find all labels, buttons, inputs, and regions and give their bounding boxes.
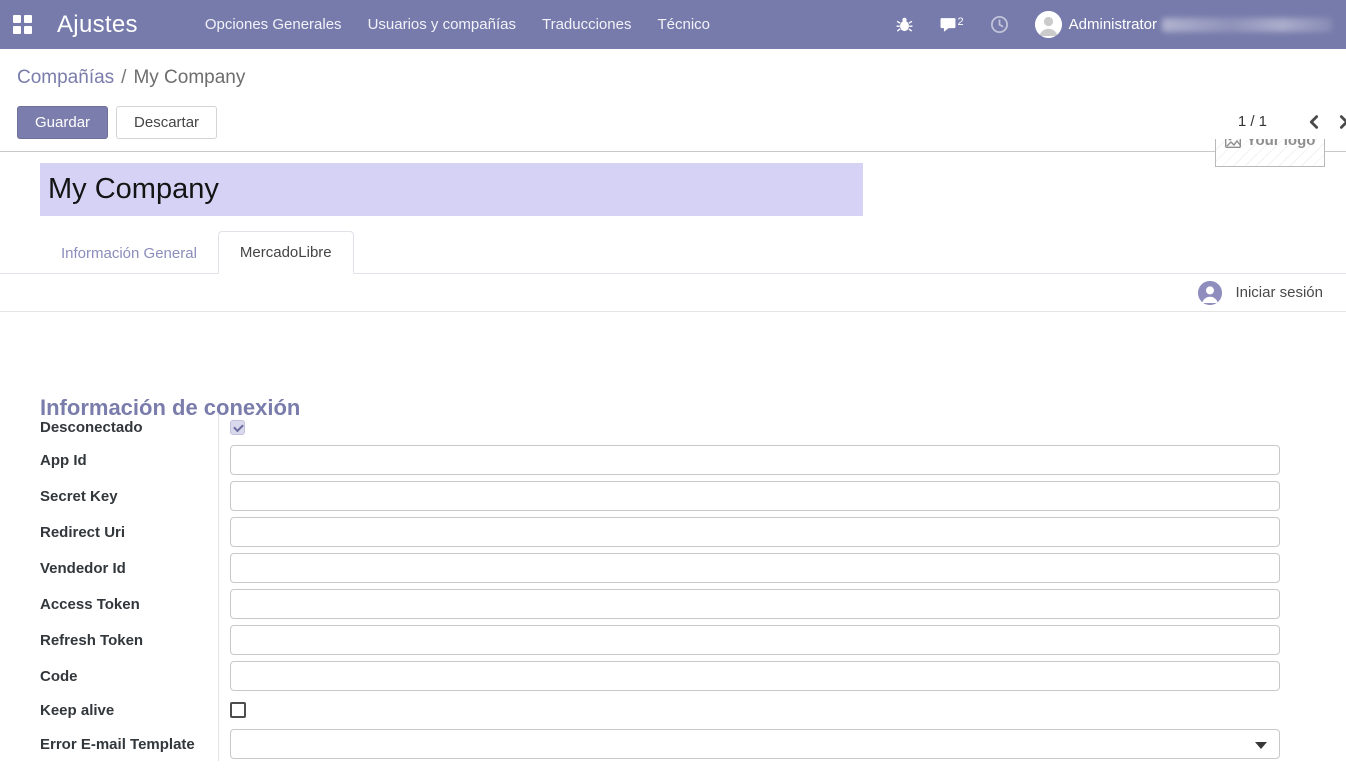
debug-bug-icon[interactable] — [896, 16, 913, 33]
chevron-down-icon — [1255, 742, 1267, 749]
field-label-desconectado: Desconectado — [40, 419, 230, 436]
login-label: Iniciar sesión — [1235, 284, 1323, 301]
pager: 1 / 1 — [1238, 113, 1320, 130]
apps-menu-icon[interactable] — [13, 15, 32, 34]
form-row-app-id: App Id — [40, 442, 1280, 478]
apps-grid-square — [13, 15, 21, 23]
form-row-access-token: Access Token — [40, 586, 1280, 622]
menu-opciones-generales[interactable]: Opciones Generales — [205, 16, 342, 33]
apps-grid-square — [24, 26, 32, 34]
company-logo-upload[interactable]: Your logo — [1215, 139, 1325, 167]
field-label-keep-alive: Keep alive — [40, 702, 230, 719]
discard-button[interactable]: Descartar — [116, 106, 217, 139]
logo-placeholder-content: Your logo — [1216, 139, 1324, 149]
login-person-icon — [1198, 281, 1222, 305]
save-button[interactable]: Guardar — [17, 106, 108, 139]
menu-traducciones[interactable]: Traducciones — [542, 16, 632, 33]
login-row: Iniciar sesión — [0, 274, 1346, 312]
field-label-access-token: Access Token — [40, 596, 230, 613]
activities-clock-icon[interactable] — [990, 15, 1009, 34]
field-label-code: Code — [40, 668, 230, 685]
clock-icon — [990, 15, 1009, 34]
breadcrumb: Compañías / My Company — [17, 67, 245, 89]
chat-bubble-icon — [939, 17, 957, 33]
field-label-redirect-uri: Redirect Uri — [40, 524, 230, 541]
form-row-desconectado: Desconectado — [40, 413, 1280, 442]
form-row-code: Code — [40, 658, 1280, 694]
company-name-input[interactable] — [40, 163, 863, 216]
keep-alive-checkbox[interactable] — [230, 702, 246, 718]
field-label-secret-key: Secret Key — [40, 488, 230, 505]
apps-grid-square — [24, 15, 32, 23]
redirect-uri-input[interactable] — [230, 517, 1280, 547]
breadcrumb-companias-link[interactable]: Compañías — [17, 67, 114, 88]
error-email-template-select[interactable] — [230, 729, 1280, 759]
form-row-redirect-uri: Redirect Uri — [40, 514, 1280, 550]
desconectado-checkbox[interactable] — [230, 420, 245, 435]
notebook-tabs: Información General MercadoLibre — [0, 231, 1346, 274]
apps-grid-square — [13, 26, 21, 34]
menu-tecnico[interactable]: Técnico — [657, 16, 710, 33]
person-silhouette-icon — [1035, 11, 1062, 38]
tab-mercadolibre[interactable]: MercadoLibre — [218, 231, 354, 274]
user-name[interactable]: Administrator — [1069, 16, 1157, 33]
form-row-keep-alive: Keep alive — [40, 694, 1280, 726]
field-label-vendedor-id: Vendedor Id — [40, 560, 230, 577]
pager-count: 1 / 1 — [1238, 113, 1267, 130]
app-id-input[interactable] — [230, 445, 1280, 475]
form-row-vendedor-id: Vendedor Id — [40, 550, 1280, 586]
bug-icon — [896, 16, 913, 33]
navbar-right: 2 Administrator — [870, 11, 1332, 38]
app-title[interactable]: Ajustes — [57, 11, 138, 39]
breadcrumb-current: My Company — [133, 67, 245, 88]
form-row-refresh-token: Refresh Token — [40, 622, 1280, 658]
vendedor-id-input[interactable] — [230, 553, 1280, 583]
logo-placeholder-label: Your logo — [1247, 139, 1316, 149]
field-label-refresh-token: Refresh Token — [40, 632, 230, 649]
control-panel: Compañías / My Company Guardar Descartar 1… — [0, 49, 1346, 152]
pager-previous-chevron-icon[interactable] — [1307, 114, 1322, 130]
connection-form: Desconectado App Id Secret Key Redirect … — [40, 413, 1280, 762]
image-icon — [1225, 139, 1241, 148]
menu-usuarios-companias[interactable]: Usuarios y compañías — [368, 16, 516, 33]
breadcrumb-separator: / — [121, 67, 126, 88]
message-count-badge: 2 — [958, 17, 964, 27]
code-input[interactable] — [230, 661, 1280, 691]
messages-icon[interactable]: 2 — [939, 17, 964, 33]
pager-next-chevron-icon[interactable] — [1336, 114, 1346, 130]
control-panel-buttons: Guardar Descartar — [17, 106, 217, 139]
iniciar-sesion-button[interactable]: Iniciar sesión — [1198, 281, 1323, 305]
secret-key-input[interactable] — [230, 481, 1280, 511]
top-navbar: Ajustes Opciones Generales Usuarios y co… — [0, 0, 1346, 49]
form-row-error-email-template: Error E-mail Template — [40, 726, 1280, 762]
refresh-token-input[interactable] — [230, 625, 1280, 655]
field-label-app-id: App Id — [40, 452, 230, 469]
navbar-menu: Opciones Generales Usuarios y compañías … — [205, 16, 710, 33]
tab-informacion-general[interactable]: Información General — [40, 233, 218, 274]
user-avatar[interactable] — [1035, 11, 1062, 38]
user-db-redacted-blur — [1162, 18, 1332, 32]
form-row-secret-key: Secret Key — [40, 478, 1280, 514]
access-token-input[interactable] — [230, 589, 1280, 619]
field-label-error-email-template: Error E-mail Template — [40, 736, 230, 753]
